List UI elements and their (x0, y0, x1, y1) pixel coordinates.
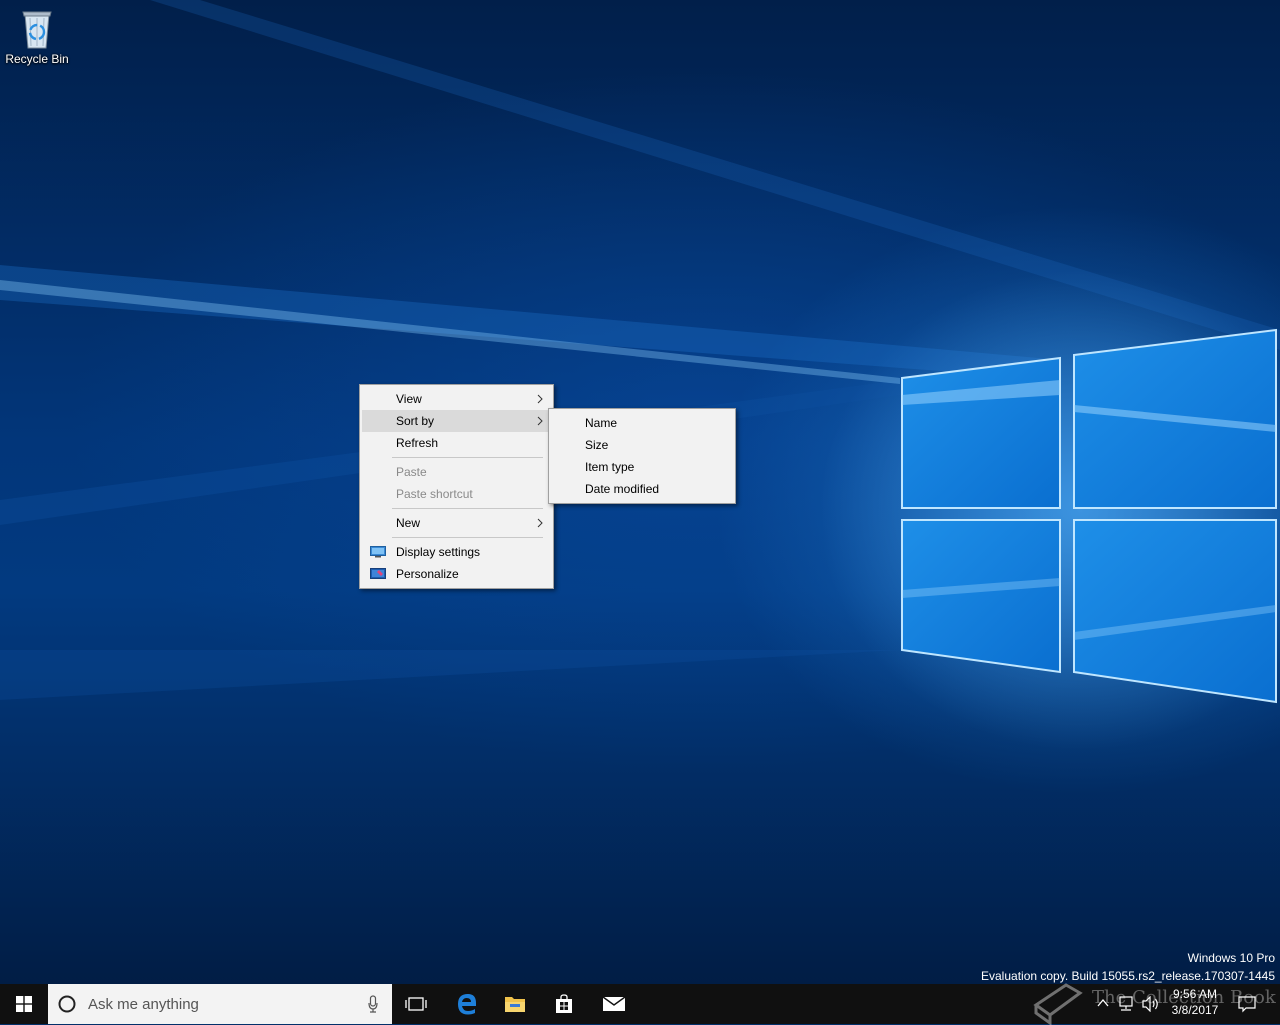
personalize-icon (370, 568, 386, 579)
windows-edition-watermark: Windows 10 Pro (1187, 951, 1275, 965)
menu-item-label: Refresh (396, 436, 439, 450)
menu-item-view[interactable]: View (362, 388, 551, 410)
menu-separator (392, 508, 543, 509)
chevron-right-icon (537, 518, 543, 528)
windows-start-icon (16, 996, 32, 1012)
menu-item-refresh[interactable]: Refresh (362, 432, 551, 454)
menu-item-label: Item type (585, 460, 635, 474)
menu-separator (392, 537, 543, 538)
menu-item-personalize[interactable]: Personalize (362, 563, 551, 585)
edge-icon (458, 994, 476, 1015)
microphone-icon[interactable] (368, 995, 378, 1013)
submenu-item-date-modified[interactable]: Date modified (551, 478, 733, 500)
menu-item-label: Personalize (396, 567, 459, 581)
submenu-item-name[interactable]: Name (551, 412, 733, 434)
taskbar-file-explorer-button[interactable] (491, 984, 539, 1024)
cortana-icon (58, 995, 76, 1013)
menu-item-label: Sort by (396, 414, 435, 428)
mail-icon (602, 996, 626, 1011)
menu-item-label: View (396, 392, 422, 406)
desktop-icon-recycle-bin[interactable]: Recycle Bin (2, 6, 72, 66)
task-view-icon (405, 997, 427, 1011)
menu-item-display-settings[interactable]: Display settings (362, 541, 551, 563)
taskbar-edge-button[interactable] (443, 984, 491, 1024)
menu-item-paste-shortcut[interactable]: Paste shortcut (362, 483, 551, 505)
file-explorer-icon (505, 997, 525, 1012)
taskbar-store-button[interactable] (540, 984, 588, 1024)
submenu-item-item-type[interactable]: Item type (551, 456, 733, 478)
menu-item-paste[interactable]: Paste (362, 461, 551, 483)
chevron-right-icon (537, 416, 543, 426)
menu-separator (392, 457, 543, 458)
menu-item-label: Size (585, 438, 609, 452)
search-placeholder: Ask me anything (88, 996, 199, 1013)
store-icon (556, 994, 572, 1013)
task-view-button[interactable] (392, 984, 440, 1024)
chevron-right-icon (537, 394, 543, 404)
menu-item-label: Paste (396, 465, 427, 479)
menu-item-new[interactable]: New (362, 512, 551, 534)
desktop-context-menu: View Sort by Refresh Paste Paste shortcu… (359, 384, 554, 589)
menu-item-label: Paste shortcut (396, 487, 473, 501)
recycle-bin-icon (22, 11, 52, 49)
site-watermark-text: The Collection Book (1092, 987, 1276, 1008)
taskbar-mail-button[interactable] (590, 984, 638, 1024)
cortana-search-box[interactable]: Ask me anything (48, 984, 392, 1024)
sort-by-submenu: Name Size Item type Date modified (548, 408, 736, 504)
desktop-icon-label: Recycle Bin (5, 52, 69, 66)
menu-item-label: Display settings (396, 545, 481, 559)
menu-item-label: Name (585, 416, 618, 430)
menu-item-label: New (396, 516, 421, 530)
submenu-item-size[interactable]: Size (551, 434, 733, 456)
menu-item-sort-by[interactable]: Sort by (362, 410, 551, 432)
menu-item-label: Date modified (585, 482, 660, 496)
display-settings-icon (370, 546, 386, 558)
start-button[interactable] (0, 984, 48, 1024)
